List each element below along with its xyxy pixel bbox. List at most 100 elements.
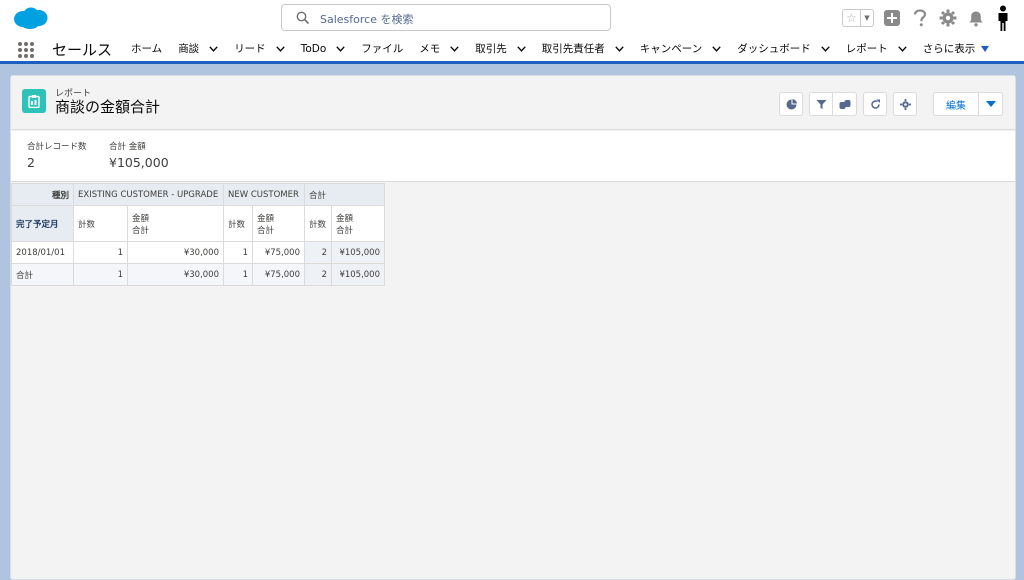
amount-cell: ¥105,000 bbox=[331, 263, 385, 286]
amount-cell: ¥75,000 bbox=[252, 263, 305, 286]
chevron-down-icon[interactable] bbox=[275, 45, 285, 52]
amount-agg-label: 合計 bbox=[132, 225, 150, 236]
refresh-button[interactable] bbox=[863, 92, 887, 116]
chevron-down-icon[interactable] bbox=[450, 45, 459, 52]
edit-button[interactable]: 編集 bbox=[933, 92, 979, 116]
settings-button[interactable] bbox=[893, 92, 917, 116]
nav-item[interactable]: ファイル bbox=[361, 41, 403, 56]
grand-total-label: 合計 bbox=[11, 263, 74, 286]
nav-item[interactable]: メモ bbox=[419, 41, 459, 56]
count-cell: 1 bbox=[223, 263, 253, 286]
edit-button-group: 編集 bbox=[933, 92, 1003, 116]
report-toolbar: 編集 bbox=[779, 92, 1003, 116]
amount-cell: ¥30,000 bbox=[127, 241, 224, 264]
refresh-icon bbox=[870, 99, 880, 109]
favorites-dropdown-icon[interactable]: ▼ bbox=[861, 14, 873, 22]
count-cell: 1 bbox=[73, 241, 128, 264]
nav-item-label: 商談 bbox=[178, 43, 200, 55]
nav-item[interactable]: キャンペーン bbox=[640, 41, 721, 56]
report-summary: 合計レコード数 2 合計 金額 ¥105,000 bbox=[11, 131, 1015, 182]
count-header: 計数 bbox=[223, 205, 253, 242]
summary-label: 合計 金額 bbox=[109, 142, 146, 152]
notifications-bell-icon[interactable] bbox=[966, 8, 986, 28]
chevron-down-icon[interactable] bbox=[336, 45, 345, 52]
edit-menu-dropdown[interactable] bbox=[979, 92, 1003, 116]
chevron-down-icon[interactable] bbox=[209, 45, 218, 52]
summary-value: 2 bbox=[27, 155, 35, 170]
header-utility-icons: ☆ ▼ bbox=[842, 5, 1012, 31]
amount-cell: ¥105,000 bbox=[331, 241, 385, 264]
app-navigation-bar: セールス ホーム 商談 リード ToDo ファイル メモ 取引先 取引先責任者 キャンペーン ダッ… bbox=[0, 36, 1024, 64]
nav-item-label: キャンペーン bbox=[639, 43, 703, 55]
nav-item[interactable]: ホーム bbox=[131, 41, 162, 56]
report-card: レポート 商談の金額合計 編集 合計レコード数 2 合計 金額 ¥105,000… bbox=[10, 75, 1016, 580]
chevron-down-icon[interactable] bbox=[712, 45, 721, 52]
nav-items: ホーム 商談 リード ToDo ファイル メモ 取引先 取引先責任者 キャンペーン ダッシュボード… bbox=[131, 36, 1005, 61]
measure-header-row: 完了予定月 計数 金額 合計 計数 金額 合計 計数 金額 合計 bbox=[11, 205, 385, 242]
chart-button[interactable] bbox=[779, 92, 803, 116]
chevron-down-icon[interactable] bbox=[898, 45, 907, 52]
column-group-label: 種別 bbox=[11, 183, 74, 206]
filter-icon bbox=[816, 99, 826, 109]
amount-header: 金額 合計 bbox=[331, 205, 385, 242]
summary-record-count: 合計レコード数 2 bbox=[27, 140, 87, 170]
row-group-label: 完了予定月 bbox=[11, 205, 74, 242]
global-search[interactable]: Salesforce を検索 bbox=[281, 4, 611, 31]
nav-item[interactable]: レポート bbox=[846, 41, 907, 56]
nav-item-label: ファイル bbox=[361, 43, 404, 55]
global-actions-add-icon[interactable] bbox=[882, 8, 902, 28]
help-icon[interactable] bbox=[910, 8, 930, 28]
nav-item[interactable]: 商談 bbox=[178, 41, 218, 56]
pie-chart-icon bbox=[786, 98, 797, 109]
group-button[interactable] bbox=[833, 92, 857, 116]
column-group-header-row: 種別 EXISTING CUSTOMER - UPGRADE NEW CUSTO… bbox=[11, 183, 385, 206]
amount-header: 金額 合計 bbox=[127, 205, 224, 242]
favorites-button[interactable]: ☆ ▼ bbox=[842, 9, 874, 27]
amount-header: 金額 合計 bbox=[252, 205, 305, 242]
chevron-down-icon[interactable] bbox=[517, 45, 526, 52]
nav-item-label: レポート bbox=[845, 43, 888, 55]
chevron-down-icon[interactable] bbox=[821, 45, 830, 52]
count-cell: 2 bbox=[304, 263, 332, 286]
count-cell: 1 bbox=[73, 263, 128, 286]
column-group-header[interactable]: EXISTING CUSTOMER - UPGRADE bbox=[73, 183, 224, 206]
nav-item[interactable]: ToDo bbox=[301, 43, 346, 55]
app-launcher-icon[interactable] bbox=[18, 42, 34, 58]
amount-label: 金額 bbox=[257, 213, 275, 224]
amount-agg-label: 合計 bbox=[336, 225, 354, 236]
table-row: 2018/01/01 1 ¥30,000 1 ¥75,000 2 ¥105,00… bbox=[11, 241, 385, 264]
amount-cell: ¥75,000 bbox=[252, 241, 305, 264]
nav-more-label: さらに表示 bbox=[922, 43, 976, 55]
amount-label: 金額 bbox=[336, 213, 354, 224]
count-header: 計数 bbox=[73, 205, 128, 242]
report-icon bbox=[22, 89, 46, 113]
filter-button[interactable] bbox=[809, 92, 833, 116]
user-avatar-icon[interactable] bbox=[994, 5, 1012, 31]
nav-item[interactable]: ダッシュボード bbox=[737, 41, 830, 56]
gear-icon bbox=[899, 98, 911, 110]
amount-agg-label: 合計 bbox=[257, 225, 275, 236]
matrix-report-table: 種別 EXISTING CUSTOMER - UPGRADE NEW CUSTO… bbox=[11, 183, 385, 286]
count-cell: 2 bbox=[304, 241, 332, 264]
group-icon bbox=[839, 99, 850, 109]
setup-gear-icon[interactable] bbox=[938, 8, 958, 28]
nav-item-label: 取引先責任者 bbox=[541, 43, 605, 55]
app-name: セールス bbox=[52, 41, 113, 59]
chevron-down-icon[interactable] bbox=[615, 45, 624, 52]
column-group-header[interactable]: NEW CUSTOMER bbox=[223, 183, 305, 206]
nav-item-label: メモ bbox=[419, 43, 441, 55]
row-group-value[interactable]: 2018/01/01 bbox=[11, 241, 74, 264]
nav-item-label: 取引先 bbox=[475, 43, 507, 55]
salesforce-logo-icon[interactable] bbox=[12, 6, 48, 30]
star-icon: ☆ bbox=[843, 10, 861, 26]
nav-more-menu[interactable]: さらに表示 bbox=[923, 41, 990, 56]
global-header: Salesforce を検索 ☆ ▼ bbox=[0, 0, 1024, 36]
nav-item[interactable]: 取引先責任者 bbox=[542, 41, 624, 56]
nav-item-label: ToDo bbox=[300, 42, 327, 55]
column-group-header: 合計 bbox=[304, 183, 385, 206]
count-cell: 1 bbox=[223, 241, 253, 264]
search-placeholder: Salesforce を検索 bbox=[320, 13, 414, 26]
search-icon bbox=[296, 11, 310, 25]
nav-item[interactable]: リード bbox=[234, 41, 285, 56]
nav-item[interactable]: 取引先 bbox=[475, 41, 526, 56]
